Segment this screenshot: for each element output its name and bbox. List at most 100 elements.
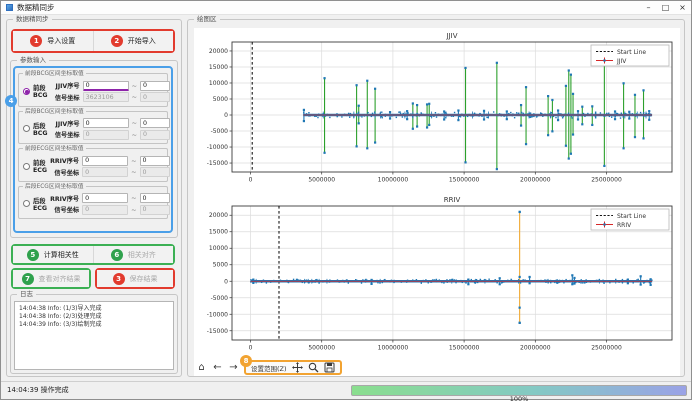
plot-panel-group: 绘图区 050000001000000015000000200000002500… [187,19,685,377]
svg-text:0: 0 [224,278,228,285]
value-input-from[interactable] [82,156,128,166]
calc-correlation-button[interactable]: 5计算相关性 [13,246,93,263]
section-title: 前段BCG区间坐标取值 [23,70,86,78]
log-group-label: 日志 [17,290,36,299]
svg-text:-10000: -10000 [207,311,228,318]
value-input-to[interactable] [140,81,170,91]
step-badge-2: 2 [111,35,123,47]
tilde-separator: ~ [132,131,137,139]
svg-text:-15000: -15000 [207,328,228,335]
params-group-label: 参数输入 [17,56,49,65]
value-input-to[interactable] [140,205,170,215]
tilde-separator: ~ [132,93,137,101]
save-result-box: 3保存结果 [95,268,175,289]
param-section: 前段BCG区间坐标取值前段BCGJJIV序号 ~ 信号坐标 ~ [18,73,168,107]
svg-text:20000: 20000 [209,48,228,55]
status-text: 14:04:39 操作完成 [7,382,69,399]
svg-text:RRIV: RRIV [617,222,632,229]
svg-text:-10000: -10000 [207,144,228,151]
tilde-separator: ~ [132,82,137,90]
value-input-to[interactable] [140,118,170,128]
radio-label: 后段ECG [33,196,47,212]
radio-button[interactable] [23,125,30,132]
back-icon[interactable]: ← [212,361,223,375]
pan-icon[interactable] [292,362,303,373]
view-align-result-button[interactable]: 7查看对齐结果 [13,270,89,287]
radio-button[interactable] [23,163,30,170]
svg-text:10000: 10000 [209,80,228,87]
svg-text:JJIV: JJIV [446,32,458,40]
svg-text:15000000: 15000000 [449,345,480,352]
field-label: 信号坐标 [47,168,79,177]
button-label: 相关对齐 [128,250,156,260]
step-badge-4: 4 [5,95,17,107]
value-input-from[interactable] [82,193,128,203]
value-input-from[interactable] [83,130,129,140]
radio-selected[interactable]: 前段BCG [21,83,48,99]
minimize-button[interactable]: – [640,1,657,14]
radio-label: 后段BCG [33,121,48,137]
section-title: 后段ECG区间坐标取值 [23,183,86,191]
home-icon[interactable]: ⌂ [196,361,207,375]
step-badge-1: 1 [30,35,42,47]
plot-toolbar: ⌂ ← → 8 设置范围(Z) [196,360,342,375]
radio-option[interactable]: 前段ECG [21,158,47,174]
zoom-icon[interactable] [308,362,319,373]
tilde-separator: ~ [131,168,136,176]
value-input-from[interactable] [83,81,129,91]
value-input-from[interactable] [83,92,129,102]
value-input-to[interactable] [140,193,170,203]
field-label: 信号坐标 [47,205,79,214]
rriv-chart[interactable]: 0500000010000000150000002000000025000000… [194,192,680,360]
svg-text:20000000: 20000000 [520,345,551,352]
button-label: 保存结果 [130,274,158,284]
start-import-button[interactable]: 2开始导入 [94,31,174,51]
sync-group-label: 数据精同步 [13,15,52,24]
field-label: JJIV序号 [48,81,80,90]
svg-text:15000: 15000 [209,64,228,71]
svg-text:10000000: 10000000 [378,345,409,352]
svg-text:10000000: 10000000 [378,177,409,184]
value-input-to[interactable] [140,167,170,177]
value-input-from[interactable] [83,118,129,128]
radio-option[interactable]: 后段ECG [21,196,47,212]
field-label: 信号坐标 [48,93,80,102]
chart-canvas[interactable]: 0500000010000000150000002000000025000000… [194,28,680,376]
sync-panel-group: 数据精同步 1导入设置2开始导入 参数输入 4 前段BCG区间坐标取值前段BCG… [6,19,182,377]
correlation-align-button[interactable]: 6相关对齐 [94,246,174,263]
svg-text:0: 0 [224,112,228,119]
log-line: 14:04:39 Info: (3/3)绘制完成 [19,321,169,329]
maximize-button[interactable]: □ [657,1,674,14]
value-input-to[interactable] [140,92,170,102]
field-label: JJIV序号 [48,119,80,128]
save-result-button[interactable]: 3保存结果 [97,270,173,287]
import-settings-button[interactable]: 1导入设置 [13,31,93,51]
button-label: 计算相关性 [44,250,79,260]
forward-icon[interactable]: → [228,361,239,375]
radio-button[interactable] [23,200,30,207]
save-icon[interactable] [324,362,335,373]
log-area: 14:04:38 Info: (1/3)导入完成14:04:38 Info: (… [14,301,174,370]
svg-text:-5000: -5000 [211,295,229,302]
svg-text:5000000: 5000000 [308,345,335,352]
log-group: 日志 14:04:38 Info: (1/3)导入完成14:04:38 Info… [10,294,178,374]
svg-text:Start Line: Start Line [617,49,646,56]
svg-text:5000000: 5000000 [308,177,335,184]
radio-label: 前段BCG [33,83,48,99]
value-input-from[interactable] [82,167,128,177]
radio-option[interactable]: 后段BCG [21,121,48,137]
tilde-separator: ~ [131,194,136,202]
svg-text:0: 0 [249,177,253,184]
plot-group-label: 绘图区 [194,15,220,24]
svg-text:Start Line: Start Line [617,213,646,220]
app-window: 数据精同步 – □ × 数据精同步 1导入设置2开始导入 参数输入 4 前段BC… [0,0,692,400]
value-input-to[interactable] [140,156,170,166]
close-button[interactable]: × [674,1,691,14]
set-range-button[interactable]: 设置范围(Z) [251,363,287,373]
value-input-from[interactable] [82,205,128,215]
svg-text:5000: 5000 [213,96,228,103]
section-title: 前段ECG区间坐标取值 [23,145,86,153]
jjiv-chart[interactable]: 0500000010000000150000002000000025000000… [194,28,680,192]
radio-button[interactable] [23,88,30,95]
value-input-to[interactable] [140,130,170,140]
